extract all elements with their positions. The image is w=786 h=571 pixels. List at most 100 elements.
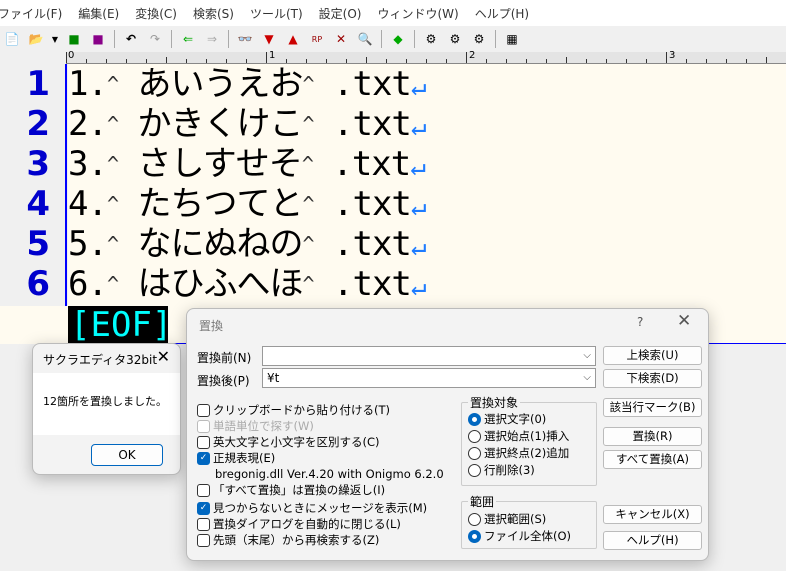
find-prev-icon[interactable]: ▲ — [284, 30, 302, 48]
line-prefix: 2. — [68, 104, 108, 144]
line-ext: .txt — [333, 64, 412, 104]
ruler-tick — [366, 57, 367, 63]
menu-help[interactable]: ヘルプ(H) — [475, 5, 539, 22]
find-icon[interactable]: 👓 — [236, 30, 254, 48]
checkbox-icon[interactable] — [197, 419, 210, 433]
clear-search-icon[interactable]: ✕ — [332, 30, 350, 48]
after-input[interactable]: ¥t ⌵ — [262, 368, 596, 388]
close-icon[interactable]: ✕ — [677, 311, 691, 331]
ruler-label: 0 — [68, 50, 75, 61]
radio-icon[interactable] — [468, 512, 481, 526]
dialog-button[interactable]: ヘルプ(H) — [603, 531, 702, 550]
radio-icon[interactable] — [468, 463, 481, 477]
ruler-tick — [66, 52, 67, 63]
dropdown-icon[interactable]: ▼ — [51, 30, 59, 48]
target-radio[interactable]: 行削除(3) — [468, 462, 535, 478]
line-number: 2 — [26, 104, 50, 144]
ruler-label: 1 — [269, 50, 276, 61]
option-checkbox[interactable]: クリップボードから貼り付ける(T) — [197, 402, 390, 418]
settings-font-icon[interactable]: ⚙ — [470, 30, 488, 48]
redo-icon[interactable]: ↷ — [146, 30, 164, 48]
line-ext: .txt — [333, 224, 412, 264]
option-checkbox[interactable]: ✓ 正規表現(E) — [197, 450, 275, 466]
range-radio[interactable]: 選択範囲(S) — [468, 511, 546, 527]
dialog-button[interactable]: 上検索(U) — [603, 346, 702, 365]
ruler-tick — [446, 59, 447, 63]
caret-mark: ^ — [106, 112, 119, 136]
target-radio[interactable]: 選択始点(1)挿入 — [468, 428, 569, 444]
settings-type-icon[interactable]: ⚙ — [446, 30, 464, 48]
radio-icon[interactable] — [468, 412, 481, 426]
line-number: 3 — [26, 144, 50, 184]
ruler-tick — [706, 59, 707, 63]
jump-forward-icon[interactable]: ⇒ — [203, 30, 221, 48]
close-icon[interactable]: ✕ — [157, 347, 170, 366]
ok-button[interactable]: OK — [91, 444, 163, 466]
new-file-icon[interactable]: 📄 — [3, 30, 21, 48]
menu-file[interactable]: ファイル(F) — [0, 5, 72, 22]
chevron-down-icon[interactable]: ⌵ — [583, 347, 591, 365]
menu-window[interactable]: ウィンドウ(W) — [377, 5, 468, 22]
radio-icon[interactable] — [468, 429, 481, 443]
grep-icon[interactable]: 🔍 — [356, 30, 374, 48]
settings-common-icon[interactable]: ⚙ — [422, 30, 440, 48]
target-radio[interactable]: 選択文字(0) — [468, 411, 546, 427]
option-checkbox[interactable]: 「すべて置換」は置換の繰返し(I) — [197, 482, 385, 498]
radio-icon[interactable] — [468, 446, 481, 460]
replace-icon[interactable]: RP — [308, 30, 326, 48]
checkbox-icon[interactable]: ✓ — [197, 451, 210, 465]
help-icon[interactable]: ? — [637, 315, 643, 329]
range-radio[interactable]: ファイル全体(O) — [468, 528, 571, 544]
menu-edit[interactable]: 編集(E) — [78, 5, 129, 22]
dialog-button[interactable]: 下検索(D) — [603, 369, 702, 388]
ruler-tick — [206, 59, 207, 63]
menu-tools[interactable]: ツール(T) — [250, 5, 313, 22]
editor-lines: 1 1.^ あいうえお^ .txt↵ 2 2.^ かきくけこ^ .txt↵ 3 3.… — [0, 64, 786, 306]
undo-icon[interactable]: ↶ — [122, 30, 140, 48]
menu-convert[interactable]: 変換(C) — [135, 5, 187, 22]
return-icon: ↵ — [410, 192, 427, 222]
save-icon[interactable]: ■ — [65, 30, 83, 48]
save-all-icon[interactable]: ■ — [89, 30, 107, 48]
option-label: 先頭（末尾）から再検索する(Z) — [213, 533, 380, 547]
line-ext: .txt — [333, 264, 412, 304]
dialog-button[interactable]: 該当行マーク(B) — [603, 398, 702, 417]
line-kana: なにぬねの — [137, 224, 303, 264]
option-checkbox[interactable]: 先頭（末尾）から再検索する(Z) — [197, 532, 379, 548]
option-checkbox[interactable]: 英大文字と小文字を区別する(C) — [197, 434, 380, 450]
caret-mark: ^ — [302, 192, 314, 216]
checkbox-icon[interactable] — [197, 517, 210, 531]
radio-icon[interactable] — [468, 529, 481, 543]
target-radio[interactable]: 選択終点(2)追加 — [468, 445, 569, 461]
dialog-button[interactable]: キャンセル(X) — [603, 505, 702, 524]
chevron-down-icon[interactable]: ⌵ — [583, 369, 591, 387]
checkbox-icon[interactable] — [197, 435, 210, 449]
outline-icon[interactable]: ◆ — [389, 30, 407, 48]
line-prefix: 4. — [68, 184, 108, 224]
find-next-icon[interactable]: ▼ — [260, 30, 278, 48]
checkbox-icon[interactable] — [197, 403, 210, 417]
menu-settings[interactable]: 設定(O) — [319, 5, 372, 22]
line-kana: あいうえお — [137, 64, 303, 104]
checkbox-icon[interactable]: ✓ — [197, 501, 210, 515]
option-checkbox[interactable]: ✓ 見つからないときにメッセージを表示(M) — [197, 500, 427, 516]
ruler-tick — [726, 59, 727, 63]
range-group: 範囲 選択範囲(S) ファイル全体(O) — [461, 493, 597, 549]
radio-label: 選択文字(0) — [484, 412, 547, 426]
return-icon: ↵ — [410, 112, 427, 142]
option-checkbox[interactable]: 置換ダイアログを自動的に閉じる(L) — [197, 516, 401, 532]
jump-back-icon[interactable]: ⇐ — [179, 30, 197, 48]
menu-search[interactable]: 検索(S) — [193, 5, 244, 22]
option-label: 英大文字と小文字を区別する(C) — [213, 435, 380, 449]
checkbox-icon[interactable] — [197, 483, 210, 497]
radio-label: ファイル全体(O) — [484, 529, 572, 543]
window-list-icon[interactable]: ▦ — [503, 30, 521, 48]
dialog-button[interactable]: すべて置換(A) — [603, 450, 702, 469]
dialog-button[interactable]: 置換(R) — [603, 427, 702, 446]
before-input[interactable]: ⌵ — [262, 346, 596, 366]
checkbox-icon[interactable] — [197, 533, 210, 547]
replace-target-group: 置換対象 選択文字(0) 選択始点(1)挿入 選択終点(2)追加 行削除(3) — [461, 394, 597, 486]
open-file-icon[interactable]: 📂 — [27, 30, 45, 48]
ruler-tick — [106, 59, 107, 63]
separator — [414, 30, 415, 48]
